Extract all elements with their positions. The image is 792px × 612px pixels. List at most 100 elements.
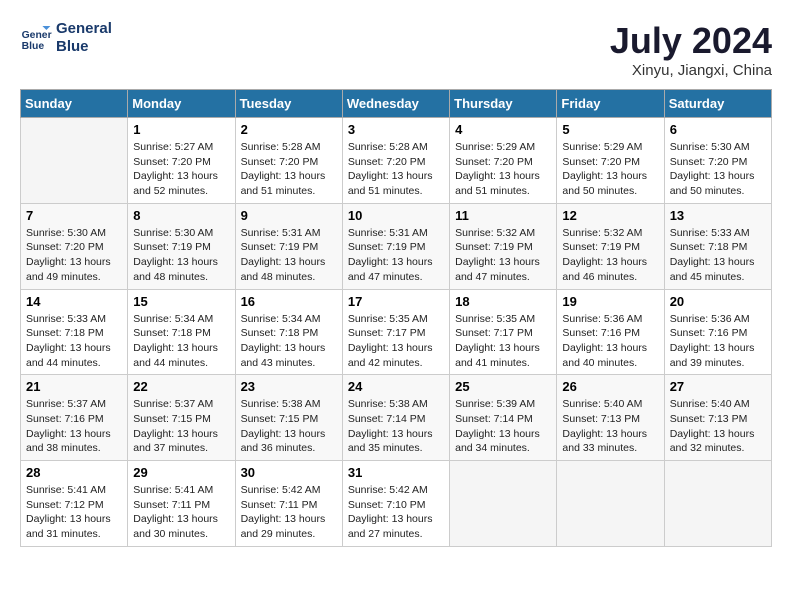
day-info: Sunrise: 5:35 AM Sunset: 7:17 PM Dayligh… [455, 312, 551, 371]
calendar-cell: 3 Sunrise: 5:28 AM Sunset: 7:20 PM Daylig… [342, 118, 449, 204]
day-header-tuesday: Tuesday [235, 90, 342, 118]
day-header-saturday: Saturday [664, 90, 771, 118]
calendar-cell: 17 Sunrise: 5:35 AM Sunset: 7:17 PM Dayli… [342, 289, 449, 375]
day-info: Sunrise: 5:32 AM Sunset: 7:19 PM Dayligh… [562, 226, 658, 285]
calendar-cell: 29 Sunrise: 5:41 AM Sunset: 7:11 PM Dayli… [128, 461, 235, 547]
calendar-cell: 4 Sunrise: 5:29 AM Sunset: 7:20 PM Daylig… [450, 118, 557, 204]
day-info: Sunrise: 5:38 AM Sunset: 7:15 PM Dayligh… [241, 397, 337, 456]
day-number: 17 [348, 294, 444, 309]
calendar-cell: 2Sunrise: 5:28 AM Sunset: 7:20 PM Daylig… [235, 118, 342, 204]
day-info: Sunrise: 5:29 AM Sunset: 7:20 PM Dayligh… [562, 140, 658, 199]
calendar-cell [557, 461, 664, 547]
calendar-cell [450, 461, 557, 547]
day-info: Sunrise: 5:27 AM Sunset: 7:20 PM Dayligh… [133, 140, 229, 199]
day-number: 22 [133, 379, 229, 394]
svg-text:General: General [22, 30, 52, 41]
calendar-cell: 10Sunrise: 5:31 AM Sunset: 7:19 PM Dayli… [342, 203, 449, 289]
day-info: Sunrise: 5:28 AM Sunset: 7:20 PM Dayligh… [348, 140, 444, 199]
day-number: 4 [455, 122, 551, 137]
day-number: 8 [133, 208, 229, 223]
calendar-cell: 11Sunrise: 5:32 AM Sunset: 7:19 PM Dayli… [450, 203, 557, 289]
logo-line1: General [56, 20, 112, 38]
day-info: Sunrise: 5:36 AM Sunset: 7:16 PM Dayligh… [670, 312, 766, 371]
location-subtitle: Xinyu, Jiangxi, China [610, 62, 772, 79]
calendar-cell: 22 Sunrise: 5:37 AM Sunset: 7:15 PM Dayli… [128, 375, 235, 461]
day-number: 13 [670, 208, 766, 223]
day-info: Sunrise: 5:42 AM Sunset: 7:11 PM Dayligh… [241, 483, 337, 542]
calendar-cell [664, 461, 771, 547]
calendar-cell: 27 Sunrise: 5:40 AM Sunset: 7:13 PM Dayli… [664, 375, 771, 461]
calendar-cell: 13Sunrise: 5:33 AM Sunset: 7:18 PM Dayli… [664, 203, 771, 289]
day-number: 19 [562, 294, 658, 309]
day-header-monday: Monday [128, 90, 235, 118]
day-info: Sunrise: 5:37 AM Sunset: 7:15 PM Dayligh… [133, 397, 229, 456]
day-header-thursday: Thursday [450, 90, 557, 118]
calendar-cell: 8 Sunrise: 5:30 AM Sunset: 7:19 PM Daylig… [128, 203, 235, 289]
calendar-cell: 5 Sunrise: 5:29 AM Sunset: 7:20 PM Daylig… [557, 118, 664, 204]
calendar-cell: 30Sunrise: 5:42 AM Sunset: 7:11 PM Dayli… [235, 461, 342, 547]
day-number: 1 [133, 122, 229, 137]
day-info: Sunrise: 5:36 AM Sunset: 7:16 PM Dayligh… [562, 312, 658, 371]
calendar-table: SundayMondayTuesdayWednesdayThursdayFrid… [20, 89, 772, 547]
day-number: 12 [562, 208, 658, 223]
calendar-week-5: 28 Sunrise: 5:41 AM Sunset: 7:12 PM Dayli… [21, 461, 772, 547]
calendar-cell: 23 Sunrise: 5:38 AM Sunset: 7:15 PM Dayli… [235, 375, 342, 461]
logo-icon: General Blue [20, 22, 52, 54]
day-info: Sunrise: 5:35 AM Sunset: 7:17 PM Dayligh… [348, 312, 444, 371]
day-info: Sunrise: 5:38 AM Sunset: 7:14 PM Dayligh… [348, 397, 444, 456]
day-number: 26 [562, 379, 658, 394]
day-number: 25 [455, 379, 551, 394]
calendar-cell: 14Sunrise: 5:33 AM Sunset: 7:18 PM Dayli… [21, 289, 128, 375]
calendar-cell: 7 Sunrise: 5:30 AM Sunset: 7:20 PM Daylig… [21, 203, 128, 289]
calendar-header-row: SundayMondayTuesdayWednesdayThursdayFrid… [21, 90, 772, 118]
day-number: 21 [26, 379, 122, 394]
svg-text:Blue: Blue [22, 41, 45, 52]
calendar-cell: 25 Sunrise: 5:39 AM Sunset: 7:14 PM Dayli… [450, 375, 557, 461]
day-info: Sunrise: 5:41 AM Sunset: 7:12 PM Dayligh… [26, 483, 122, 542]
logo: General Blue General Blue [20, 20, 112, 56]
day-info: Sunrise: 5:31 AM Sunset: 7:19 PM Dayligh… [241, 226, 337, 285]
calendar-cell: 26Sunrise: 5:40 AM Sunset: 7:13 PM Dayli… [557, 375, 664, 461]
day-info: Sunrise: 5:34 AM Sunset: 7:18 PM Dayligh… [241, 312, 337, 371]
calendar-cell: 28 Sunrise: 5:41 AM Sunset: 7:12 PM Dayli… [21, 461, 128, 547]
calendar-cell: 16 Sunrise: 5:34 AM Sunset: 7:18 PM Dayli… [235, 289, 342, 375]
day-info: Sunrise: 5:34 AM Sunset: 7:18 PM Dayligh… [133, 312, 229, 371]
calendar-cell: 19 Sunrise: 5:36 AM Sunset: 7:16 PM Dayli… [557, 289, 664, 375]
calendar-cell: 21Sunrise: 5:37 AM Sunset: 7:16 PM Dayli… [21, 375, 128, 461]
day-info: Sunrise: 5:30 AM Sunset: 7:19 PM Dayligh… [133, 226, 229, 285]
calendar-cell: 18 Sunrise: 5:35 AM Sunset: 7:17 PM Dayli… [450, 289, 557, 375]
day-info: Sunrise: 5:32 AM Sunset: 7:19 PM Dayligh… [455, 226, 551, 285]
day-number: 9 [241, 208, 337, 223]
day-number: 3 [348, 122, 444, 137]
day-header-sunday: Sunday [21, 90, 128, 118]
day-number: 2 [241, 122, 337, 137]
day-number: 27 [670, 379, 766, 394]
calendar-cell: 15 Sunrise: 5:34 AM Sunset: 7:18 PM Dayli… [128, 289, 235, 375]
day-number: 29 [133, 465, 229, 480]
day-number: 23 [241, 379, 337, 394]
day-info: Sunrise: 5:31 AM Sunset: 7:19 PM Dayligh… [348, 226, 444, 285]
calendar-cell: 24Sunrise: 5:38 AM Sunset: 7:14 PM Dayli… [342, 375, 449, 461]
day-info: Sunrise: 5:39 AM Sunset: 7:14 PM Dayligh… [455, 397, 551, 456]
day-number: 16 [241, 294, 337, 309]
calendar-cell: 9 Sunrise: 5:31 AM Sunset: 7:19 PM Daylig… [235, 203, 342, 289]
day-info: Sunrise: 5:42 AM Sunset: 7:10 PM Dayligh… [348, 483, 444, 542]
calendar-week-1: 1 Sunrise: 5:27 AM Sunset: 7:20 PM Daylig… [21, 118, 772, 204]
day-info: Sunrise: 5:30 AM Sunset: 7:20 PM Dayligh… [670, 140, 766, 199]
day-header-wednesday: Wednesday [342, 90, 449, 118]
day-info: Sunrise: 5:30 AM Sunset: 7:20 PM Dayligh… [26, 226, 122, 285]
month-title: July 2024 [610, 20, 772, 62]
day-number: 7 [26, 208, 122, 223]
day-number: 15 [133, 294, 229, 309]
title-block: July 2024 Xinyu, Jiangxi, China [610, 20, 772, 79]
calendar-cell: 12 Sunrise: 5:32 AM Sunset: 7:19 PM Dayli… [557, 203, 664, 289]
day-number: 28 [26, 465, 122, 480]
day-number: 5 [562, 122, 658, 137]
day-info: Sunrise: 5:29 AM Sunset: 7:20 PM Dayligh… [455, 140, 551, 199]
day-info: Sunrise: 5:40 AM Sunset: 7:13 PM Dayligh… [670, 397, 766, 456]
day-number: 18 [455, 294, 551, 309]
page-header: General Blue General Blue July 2024 Xiny… [20, 20, 772, 79]
day-number: 6 [670, 122, 766, 137]
day-info: Sunrise: 5:41 AM Sunset: 7:11 PM Dayligh… [133, 483, 229, 542]
calendar-cell: 1 Sunrise: 5:27 AM Sunset: 7:20 PM Daylig… [128, 118, 235, 204]
